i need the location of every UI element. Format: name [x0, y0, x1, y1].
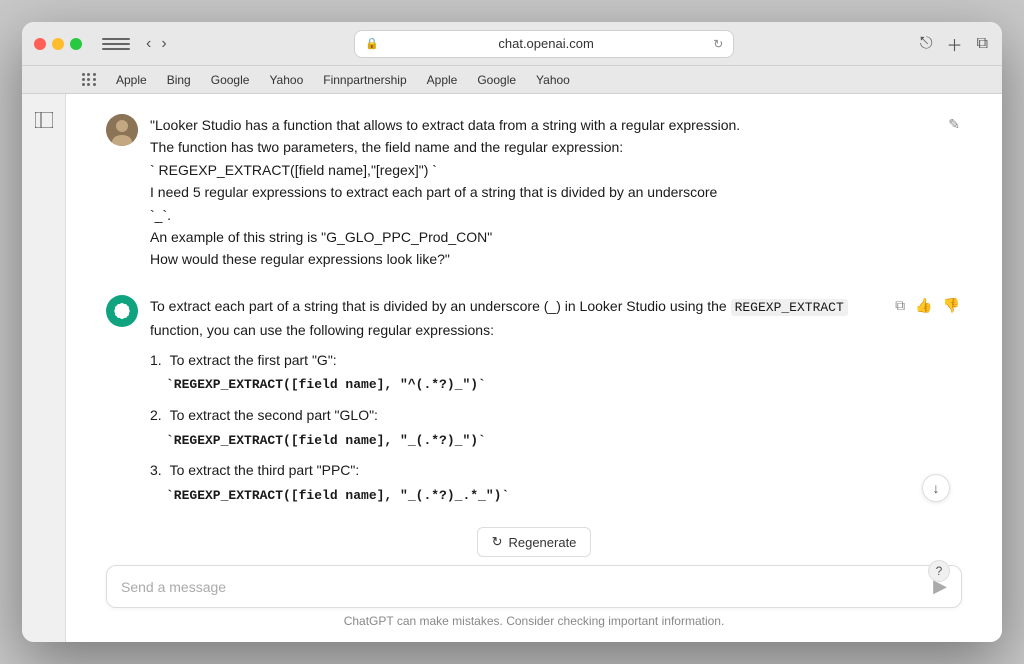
nav-arrows: ‹ ›: [142, 33, 171, 55]
toolbar-right: ⎋ ＋ ⧉: [918, 30, 990, 58]
minimize-button[interactable]: [52, 38, 64, 50]
chat-content: "Looker Studio has a function that allow…: [66, 94, 1002, 642]
ai-message-actions: ⧉ 👍 👎: [893, 295, 962, 316]
copy-icon: ⧉: [895, 297, 905, 313]
regenerate-button[interactable]: ↻ Regenerate: [477, 527, 592, 557]
copy-button[interactable]: ⧉: [893, 295, 907, 316]
ai-avatar: [106, 295, 138, 327]
chat-messages: "Looker Studio has a function that allow…: [66, 94, 1002, 515]
bookmark-google-2[interactable]: Google: [477, 73, 516, 87]
list-item-3: 3. To extract the third part "PPC": `REG…: [150, 459, 881, 506]
reload-icon[interactable]: ↻: [713, 37, 723, 51]
apps-icon[interactable]: [82, 73, 96, 87]
regenerate-icon: ↻: [492, 534, 503, 550]
edit-icon: ✎: [948, 116, 960, 132]
tabs-button[interactable]: ⧉: [975, 33, 990, 55]
code-1: `REGEXP_EXTRACT([field name], "^(.*?)_")…: [166, 375, 881, 396]
address-bar-container: 🔒 chat.openai.com ↻: [179, 30, 910, 58]
bookmark-finnpartnership[interactable]: Finnpartnership: [323, 73, 406, 87]
sidebar-panel-icon[interactable]: [30, 106, 58, 134]
thumbs-down-icon: 👎: [943, 297, 960, 313]
ai-message-content: To extract each part of a string that is…: [150, 295, 881, 515]
scroll-down-button[interactable]: ↓: [922, 474, 950, 502]
regex-list: 1. To extract the first part "G": `REGEX…: [150, 349, 881, 515]
plus-icon: ＋: [947, 38, 963, 55]
chat-bottom: ↻ Regenerate ▶ ChatGPT can make mistakes…: [66, 515, 1002, 642]
code-3: `REGEXP_EXTRACT([field name], "_(.*?)_.*…: [166, 486, 881, 507]
code-2: `REGEXP_EXTRACT([field name], "_(.*?)_")…: [166, 431, 881, 452]
bookmark-yahoo-1[interactable]: Yahoo: [269, 73, 303, 87]
bookmark-yahoo-2[interactable]: Yahoo: [536, 73, 570, 87]
message-input[interactable]: [121, 579, 925, 595]
address-text: chat.openai.com: [385, 36, 707, 51]
bookmark-bing[interactable]: Bing: [167, 73, 191, 87]
back-button[interactable]: ‹: [142, 33, 155, 55]
regexp-extract-inline: REGEXP_EXTRACT: [731, 299, 848, 316]
titlebar: ‹ › 🔒 chat.openai.com ↻ ⎋ ＋ ⧉: [22, 22, 1002, 66]
chevron-down-icon: ↓: [933, 480, 940, 496]
fullscreen-button[interactable]: [70, 38, 82, 50]
bookmark-apple-1[interactable]: Apple: [116, 73, 147, 87]
address-bar[interactable]: 🔒 chat.openai.com ↻: [354, 30, 734, 58]
footer-text: ChatGPT can make mistakes. Consider chec…: [106, 608, 962, 634]
tabs-icon: ⧉: [977, 35, 988, 52]
close-button[interactable]: [34, 38, 46, 50]
help-button[interactable]: ?: [928, 560, 950, 582]
bookmark-apple-2[interactable]: Apple: [427, 73, 458, 87]
user-message-actions: ✎: [946, 114, 962, 135]
new-tab-button[interactable]: ＋: [945, 30, 965, 58]
bookmarks-bar: Apple Bing Google Yahoo Finnpartnership …: [22, 66, 1002, 94]
lock-icon: 🔒: [365, 37, 379, 50]
browser-window: ‹ › 🔒 chat.openai.com ↻ ⎋ ＋ ⧉: [22, 22, 1002, 642]
forward-button[interactable]: ›: [157, 33, 170, 55]
sidebar-toggle-button[interactable]: [102, 34, 130, 54]
bookmark-google-1[interactable]: Google: [211, 73, 250, 87]
share-button[interactable]: ⎋: [918, 33, 935, 55]
user-message: "Looker Studio has a function that allow…: [106, 114, 962, 271]
thumbs-down-button[interactable]: 👎: [941, 295, 962, 316]
main-area: "Looker Studio has a function that allow…: [22, 94, 1002, 642]
list-item-1: 1. To extract the first part "G": `REGEX…: [150, 349, 881, 396]
thumbs-up-icon: 👍: [915, 297, 932, 313]
regenerate-row: ↻ Regenerate: [106, 527, 962, 557]
input-row: ▶: [106, 565, 962, 608]
edit-message-button[interactable]: ✎: [946, 114, 962, 135]
share-icon: ⎋: [920, 35, 933, 52]
user-avatar: [106, 114, 138, 146]
traffic-lights: [34, 38, 82, 50]
thumbs-up-button[interactable]: 👍: [913, 295, 934, 316]
ai-message: To extract each part of a string that is…: [106, 295, 962, 515]
sidebar: [22, 94, 66, 642]
question-mark-icon: ?: [936, 564, 943, 578]
list-item-2: 2. To extract the second part "GLO": `RE…: [150, 404, 881, 451]
chat-area: "Looker Studio has a function that allow…: [66, 94, 1002, 642]
user-message-content: "Looker Studio has a function that allow…: [150, 114, 934, 271]
